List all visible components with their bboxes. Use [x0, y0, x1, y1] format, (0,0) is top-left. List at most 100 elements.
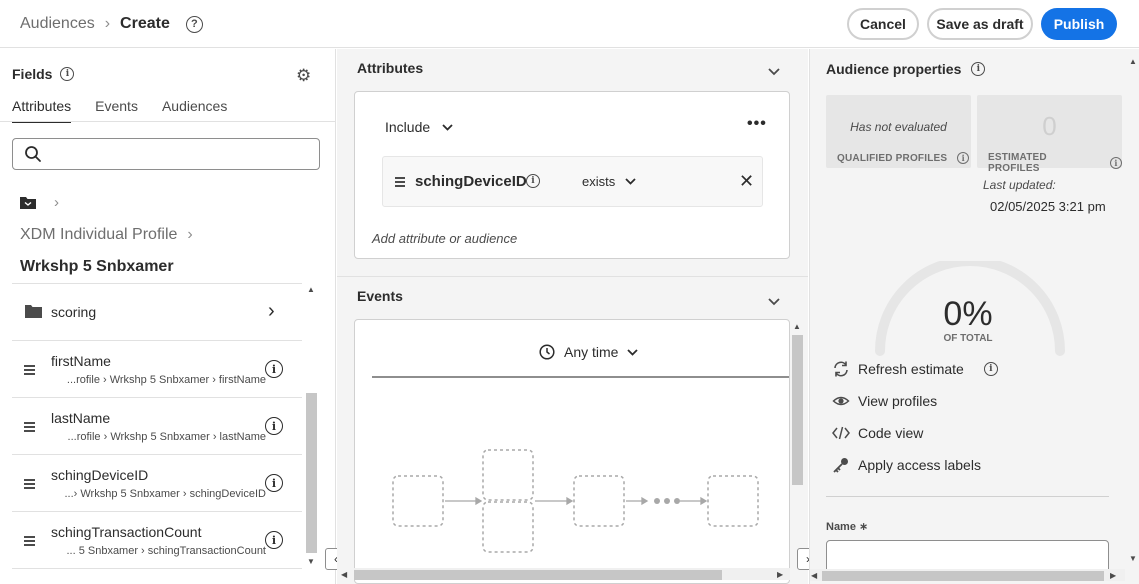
list-item[interactable]: lastName ...rofile › Wrkshp 5 Snbxamer ›… — [12, 398, 302, 455]
scroll-up-arrow-icon[interactable]: ▲ — [307, 285, 315, 294]
chevron-down-icon[interactable] — [768, 298, 780, 306]
name-field-label: Name ∗ — [826, 521, 869, 533]
operator-dropdown[interactable]: exists — [582, 174, 636, 189]
info-icon[interactable]: i — [265, 417, 283, 435]
scrollbar-thumb[interactable] — [822, 571, 1104, 581]
folder-icon — [25, 305, 42, 318]
chevron-right-icon: › — [187, 226, 193, 243]
tab-attributes[interactable]: Attributes — [12, 98, 72, 123]
chevron-down-icon — [627, 348, 639, 356]
events-horizontal-scrollbar[interactable]: ◀ ▶ — [341, 568, 790, 580]
scroll-left-arrow-icon[interactable]: ◀ — [341, 570, 347, 579]
properties-scrollbar[interactable]: ▲ ▼ — [1127, 54, 1139, 564]
save-as-draft-button[interactable]: Save as draft — [927, 8, 1033, 40]
clock-icon — [539, 344, 555, 360]
drag-handle-icon[interactable] — [24, 422, 35, 434]
fields-heading: Fields i — [12, 66, 75, 82]
drag-handle-icon[interactable] — [24, 479, 35, 491]
info-icon[interactable]: i — [1110, 157, 1122, 169]
cancel-button[interactable]: Cancel — [847, 8, 919, 40]
last-updated-label: Last updated: — [983, 178, 1056, 192]
scroll-left-arrow-icon[interactable]: ◀ — [811, 571, 817, 580]
time-label: Any time — [564, 344, 619, 360]
audience-properties-panel: Audience properties i Has not evaluated … — [809, 49, 1139, 584]
xdm-path[interactable]: XDM Individual Profile › — [20, 226, 193, 244]
apply-access-labels-label: Apply access labels — [858, 457, 981, 473]
more-options-icon[interactable]: ••• — [747, 115, 767, 133]
breadcrumb-audiences[interactable]: Audiences — [20, 15, 95, 33]
properties-horizontal-scrollbar[interactable]: ◀ ▶ — [810, 569, 1125, 581]
info-icon[interactable]: i — [957, 152, 970, 164]
tab-audiences[interactable]: Audiences — [162, 98, 227, 123]
eye-icon — [832, 396, 850, 406]
field-name: schingDeviceID — [51, 467, 149, 483]
key-icon — [833, 458, 848, 473]
chevron-right-icon[interactable]: › — [268, 300, 275, 323]
scroll-down-arrow-icon[interactable]: ▼ — [307, 557, 315, 566]
include-dropdown[interactable]: Include — [385, 119, 453, 135]
info-icon[interactable]: i — [265, 474, 283, 492]
info-icon[interactable]: i — [971, 62, 986, 76]
list-item[interactable]: scoring › — [12, 284, 302, 341]
time-dropdown[interactable]: Any time — [539, 344, 639, 360]
fields-panel: Fields i ⚙ Attributes Events Audiences ›… — [0, 49, 336, 584]
field-path: ... 5 Snbxamer › schingTransactionCount — [66, 545, 266, 557]
refresh-icon — [834, 361, 848, 377]
info-icon[interactable]: i — [265, 531, 283, 549]
attributes-section-title: Attributes — [357, 60, 424, 76]
close-icon[interactable]: ✕ — [739, 171, 754, 192]
scroll-up-arrow-icon[interactable]: ▲ — [793, 322, 801, 331]
attributes-container: Include ••• schingDeviceID i exists ✕ Ad… — [354, 91, 790, 259]
breadcrumb: Audiences › Create ? — [20, 15, 203, 33]
attribute-condition[interactable]: schingDeviceID i exists ✕ — [382, 156, 763, 207]
gear-icon[interactable]: ⚙ — [296, 66, 311, 86]
estimated-profiles-label: ESTIMATED PROFILES i — [988, 152, 1122, 174]
apply-access-labels-action[interactable]: Apply access labels — [832, 456, 981, 474]
scroll-right-arrow-icon[interactable]: ▶ — [777, 570, 783, 579]
info-icon[interactable]: i — [983, 362, 998, 376]
info-icon[interactable]: i — [265, 360, 283, 378]
info-icon[interactable]: i — [60, 67, 75, 81]
drag-handle-icon[interactable] — [24, 536, 35, 548]
refresh-estimate-action[interactable]: Refresh estimate i — [832, 360, 998, 378]
chevron-down-icon[interactable] — [768, 68, 780, 76]
view-profiles-action[interactable]: View profiles — [832, 392, 937, 410]
field-list-scrollbar[interactable]: ▲ ▼ — [305, 283, 317, 569]
field-list: scoring › firstName ...rofile › Wrkshp 5… — [12, 283, 302, 583]
properties-divider — [826, 496, 1109, 497]
add-attribute-placeholder[interactable]: Add attribute or audience — [372, 231, 517, 246]
tab-events[interactable]: Events — [95, 98, 138, 123]
list-item[interactable]: firstName ...rofile › Wrkshp 5 Snbxamer … — [12, 341, 302, 398]
operator-label: exists — [582, 174, 616, 189]
condition-attribute: schingDeviceID — [415, 173, 527, 190]
code-view-action[interactable]: Code view — [832, 424, 923, 442]
field-name: schingTransactionCount — [51, 524, 202, 540]
header-bar: Audiences › Create ? Cancel Save as draf… — [0, 0, 1139, 48]
page-title: Create — [120, 15, 170, 32]
scrollbar-thumb[interactable] — [306, 393, 317, 553]
search-input[interactable] — [12, 138, 320, 170]
info-icon[interactable]: i — [526, 174, 540, 188]
scrollbar-thumb[interactable] — [354, 570, 722, 580]
publish-button[interactable]: Publish — [1041, 8, 1117, 40]
list-item[interactable]: schingDeviceID ...› Wrkshp 5 Snbxamer › … — [12, 455, 302, 512]
folder-root-icon[interactable] — [20, 196, 36, 209]
percent-value: 0% — [943, 295, 993, 333]
list-item[interactable]: schingTransactionCount ... 5 Snbxamer › … — [12, 512, 302, 569]
event-sequence-diagram — [392, 449, 759, 553]
drag-handle-icon[interactable] — [24, 365, 35, 377]
field-path: ...rofile › Wrkshp 5 Snbxamer › lastName — [67, 431, 266, 443]
fields-tabs: Attributes Events Audiences — [12, 98, 227, 123]
refresh-estimate-label: Refresh estimate — [858, 361, 964, 377]
field-name: firstName — [51, 353, 111, 369]
qualified-profiles-card: Has not evaluated QUALIFIED PROFILES i — [826, 95, 971, 168]
help-icon[interactable]: ? — [185, 15, 203, 33]
properties-heading: Audience properties i — [826, 61, 986, 77]
scrollbar-thumb[interactable] — [792, 335, 803, 485]
scroll-up-arrow-icon[interactable]: ▲ — [1129, 57, 1137, 66]
scroll-down-arrow-icon[interactable]: ▼ — [1129, 554, 1137, 563]
chevron-down-icon — [625, 178, 636, 185]
drag-handle-icon[interactable] — [395, 177, 405, 189]
events-vertical-scrollbar[interactable]: ▲ — [791, 319, 803, 564]
scroll-right-arrow-icon[interactable]: ▶ — [1110, 571, 1116, 580]
